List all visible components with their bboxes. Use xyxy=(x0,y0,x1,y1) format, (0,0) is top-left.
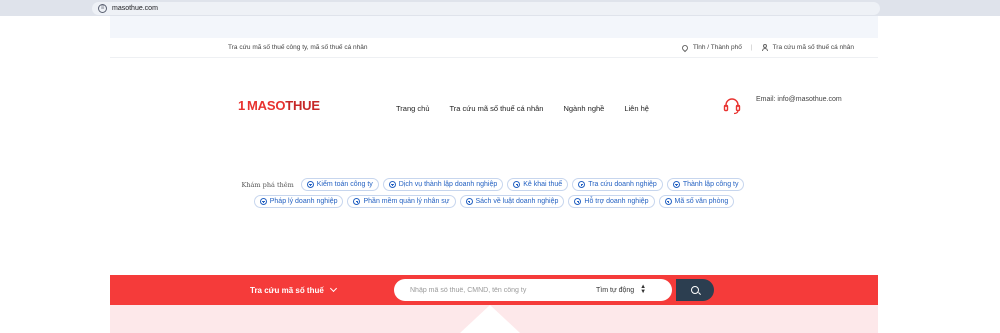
tag-dich-vu-thanh-lap[interactable]: Dịch vụ thành lập doanh nghiệp xyxy=(382,178,504,191)
tag-ma-so-van-phong[interactable]: Mã số văn phòng xyxy=(658,195,735,208)
tag-label: Thành lập công ty xyxy=(682,181,739,188)
top-info-bar: Tra cứu mã số thuế công ty, mã số thuế c… xyxy=(110,38,878,58)
tag-label: Mã số văn phòng xyxy=(674,198,729,205)
tag-ho-tro-doanh-nghiep[interactable]: Hỗ trợ doanh nghiệp xyxy=(568,195,655,208)
plus-circle-icon xyxy=(388,181,396,188)
personal-lookup-link[interactable]: Tra cứu mã số thuế cá nhân xyxy=(761,44,854,51)
search-category-dropdown[interactable]: Tra cứu mã số thuế xyxy=(250,275,337,305)
plus-circle-icon xyxy=(306,181,314,188)
divider: | xyxy=(750,44,753,51)
headset-icon xyxy=(723,98,741,115)
plus-circle-icon xyxy=(465,198,473,205)
explore-tags: Khám phá thêm Kiểm toán công ty Dịch vụ … xyxy=(110,178,878,212)
tag-sach-luat[interactable]: Sách về luật doanh nghiệp xyxy=(459,195,565,208)
tag-label: Pháp lý doanh nghiệp xyxy=(269,198,338,205)
tag-tra-cuu-doanh-nghiep[interactable]: Tra cứu doanh nghiệp xyxy=(572,178,663,191)
search-mode-select[interactable]: Tìm tự động ▲ ▼ xyxy=(596,284,647,295)
search-box: Tìm tự động ▲▼ xyxy=(394,279,672,301)
personal-lookup-label: Tra cứu mã số thuế cá nhân xyxy=(772,44,854,51)
topbar-actions: Tỉnh / Thành phố | Tra cứu mã số thuế cá… xyxy=(680,43,854,52)
tag-label: Kê khai thuế xyxy=(523,181,563,188)
tag-label: Sách về luật doanh nghiệp xyxy=(475,198,559,205)
tune-icon[interactable]: ≡ xyxy=(98,3,107,13)
tag-label: Kiểm toán công ty xyxy=(316,181,373,188)
tag-label: Tra cứu doanh nghiệp xyxy=(588,181,657,188)
top-strip xyxy=(110,16,878,38)
plus-circle-icon xyxy=(353,198,361,205)
location-pin-icon xyxy=(680,43,690,52)
nav-industries[interactable]: Ngành nghề xyxy=(563,104,604,113)
plus-circle-icon xyxy=(578,181,586,188)
tag-phan-mem-nhan-su[interactable]: Phần mềm quản lý nhân sự xyxy=(347,195,456,208)
search-category-label: Tra cứu mã số thuế xyxy=(250,285,324,295)
user-icon xyxy=(761,44,768,51)
tag-phap-ly[interactable]: Pháp lý doanh nghiệp xyxy=(253,195,344,208)
plus-circle-icon xyxy=(513,181,521,188)
search-mode-label: Tìm tự động xyxy=(596,286,635,294)
plus-circle-icon xyxy=(574,198,582,205)
explore-row-1: Khám phá thêm Kiểm toán công ty Dịch vụ … xyxy=(110,178,878,191)
nav-personal-tax-lookup[interactable]: Tra cứu mã số thuế cá nhân xyxy=(450,104,544,113)
hero-decoration xyxy=(460,305,520,333)
nav-home[interactable]: Trang chủ xyxy=(396,104,430,113)
tag-label: Hỗ trợ doanh nghiệp xyxy=(584,198,649,205)
location-selector[interactable]: Tỉnh / Thành phố xyxy=(680,43,742,52)
search-icon xyxy=(691,286,699,294)
plus-circle-icon xyxy=(664,198,672,205)
logo-mark: 1 xyxy=(238,98,246,113)
search-button[interactable] xyxy=(676,279,714,301)
page-margin-left xyxy=(0,16,110,333)
explore-row-2: Pháp lý doanh nghiệp Phần mềm quản lý nh… xyxy=(110,195,878,208)
search-bar: Tra cứu mã số thuế Tìm tự động ▲▼ xyxy=(110,275,878,305)
site-header: 1 MASO THUE Trang chủ Tra cứu mã số thuế… xyxy=(110,58,878,128)
logo-text-maso: MASO xyxy=(247,98,286,113)
site-logo[interactable]: 1 MASO THUE xyxy=(238,98,320,113)
page-margin-right xyxy=(878,16,1000,333)
browser-address-bar: ≡ masothue.com xyxy=(0,0,1000,16)
url-field[interactable]: ≡ masothue.com xyxy=(92,1,880,15)
nav-contact[interactable]: Liên hệ xyxy=(624,104,649,113)
sort-arrows-icon: ▲ ▼ xyxy=(640,284,647,295)
plus-circle-icon xyxy=(672,181,680,188)
explore-label: Khám phá thêm xyxy=(241,180,294,189)
search-input[interactable] xyxy=(410,286,580,294)
url-text: masothue.com xyxy=(112,4,158,12)
chevron-down-icon xyxy=(329,284,337,293)
tag-label: Phần mềm quản lý nhân sự xyxy=(363,198,450,205)
main-nav: Trang chủ Tra cứu mã số thuế cá nhân Ngà… xyxy=(396,104,669,113)
page: Tra cứu mã số thuế công ty, mã số thuế c… xyxy=(110,16,878,333)
plus-circle-icon xyxy=(259,198,267,205)
tagline: Tra cứu mã số thuế công ty, mã số thuế c… xyxy=(228,44,368,51)
tag-thanh-lap-cong-ty[interactable]: Thành lập công ty xyxy=(666,178,745,191)
tag-label: Dịch vụ thành lập doanh nghiệp xyxy=(398,181,498,188)
contact-email: Email: info@masothue.com xyxy=(756,96,842,103)
tag-ke-khai-thue[interactable]: Kê khai thuế xyxy=(507,178,569,191)
hero-background xyxy=(110,305,878,333)
tag-kiem-toan[interactable]: Kiểm toán công ty xyxy=(300,178,379,191)
location-label: Tỉnh / Thành phố xyxy=(692,44,742,51)
logo-text-thue: THUE xyxy=(285,98,320,113)
